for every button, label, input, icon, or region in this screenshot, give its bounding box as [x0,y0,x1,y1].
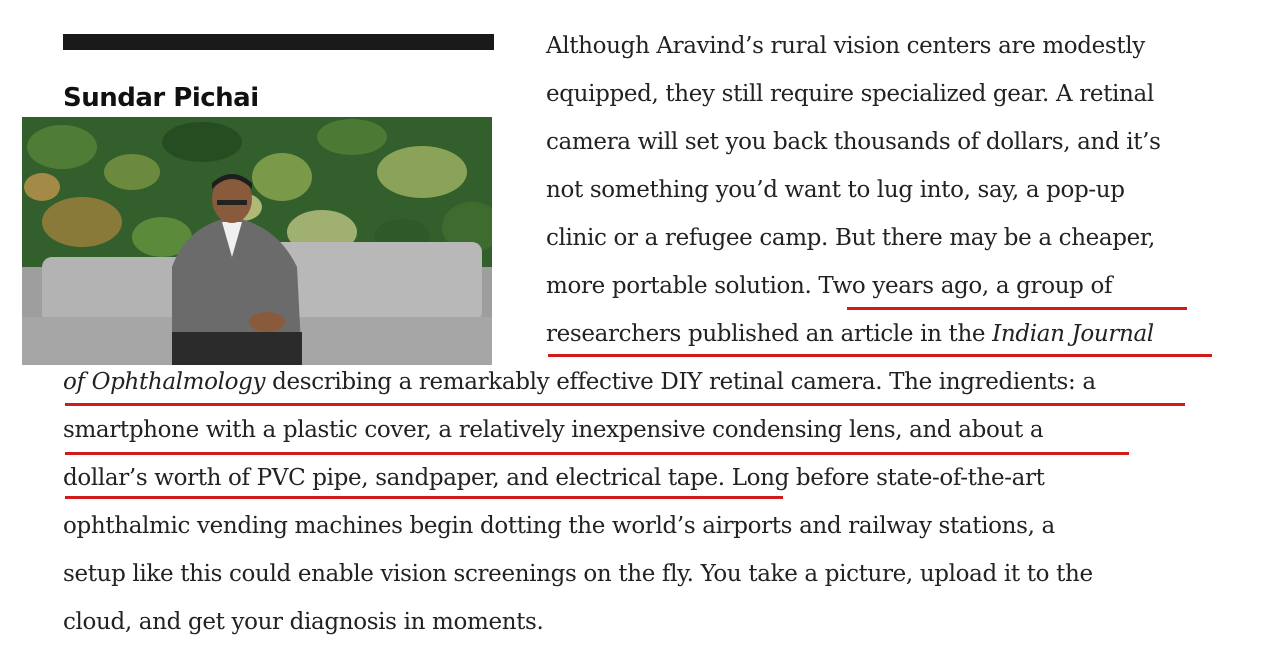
paragraph-line: not something you’d want to lug into, sa… [546,177,1125,203]
highlighted-text: researchers published an article in the [546,321,993,347]
highlighted-text: dollar’s worth of PVC pipe, sandpaper, a… [63,465,725,491]
text-segment: Long before state-of-the-art [724,465,1045,491]
paragraph-line: camera will set you back thousands of do… [546,129,1161,155]
text-segment: more portable solution. [546,273,819,299]
paragraph-line: clinic or a refugee camp. But there may … [546,225,1155,251]
highlighted-text: describing a remarkably effective DIY re… [265,369,1096,395]
journal-title: of Ophthalmology [63,369,266,395]
paragraph-line: cloud, and get your diagnosis in moments… [63,609,544,635]
red-underline [548,354,1212,357]
paragraph-line: equipped, they still require specialized… [546,81,1154,107]
red-underline [65,496,783,499]
photo-caption-name: Sundar Pichai [63,83,259,113]
paragraph-line: dollar’s worth of PVC pipe, sandpaper, a… [63,462,1045,494]
red-underline [65,452,1129,455]
portrait-photo [22,117,492,365]
paragraph-line: of Ophthalmology describing a remarkably… [63,366,1096,398]
paragraph-line: Although Aravind’s rural vision centers … [546,33,1145,59]
journal-title: Indian Journal [992,321,1154,347]
highlighted-text: Two years ago, a group of [818,273,1113,299]
paragraph-line: setup like this could enable vision scre… [63,561,1093,587]
paragraph-line: smartphone with a plastic cover, a relat… [63,417,1044,443]
paragraph-line: more portable solution. Two years ago, a… [546,270,1113,302]
paragraph-line: ophthalmic vending machines begin dottin… [63,513,1055,539]
paragraph-line: researchers published an article in the … [546,318,1154,350]
red-underline [65,403,1185,406]
red-underline [847,307,1187,310]
caption-top-rule [63,34,494,50]
